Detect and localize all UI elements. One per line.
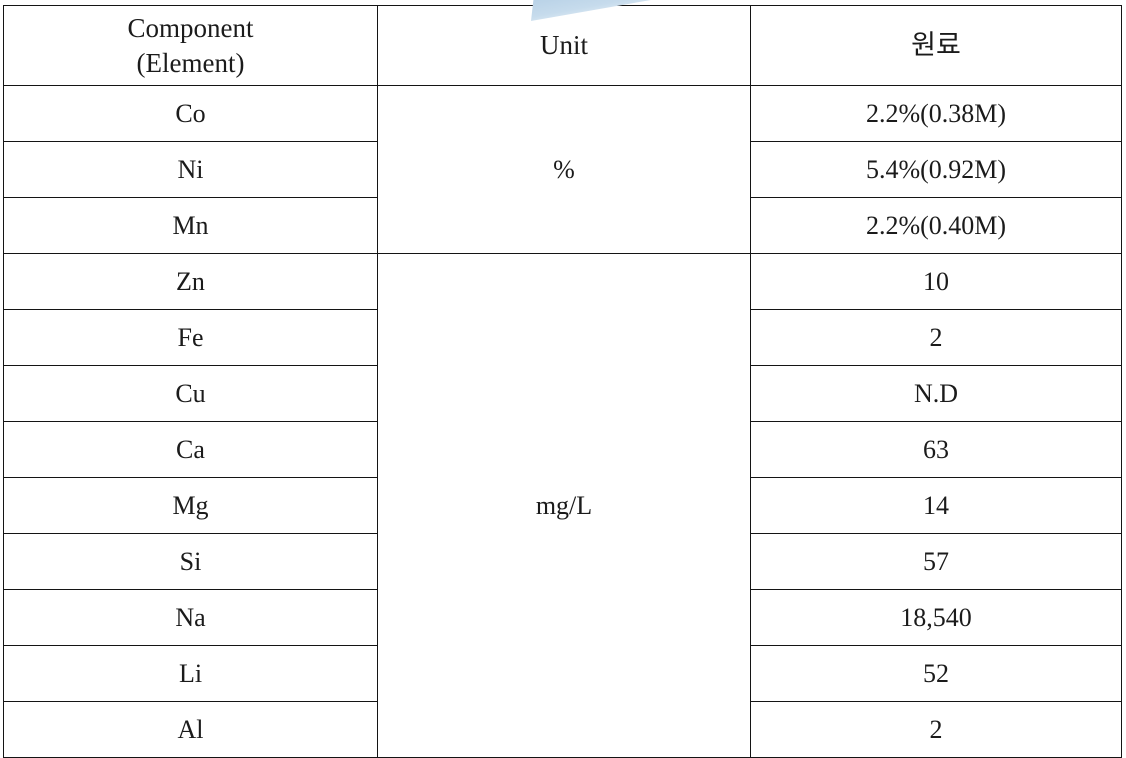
table-header-row: Component (Element) Unit 원료 xyxy=(3,5,1122,86)
header-component-line2: (Element) xyxy=(136,47,245,78)
cell-element: Co xyxy=(3,85,378,142)
composition-table: Component (Element) Unit 원료 Co % 2.2%(0.… xyxy=(3,5,1122,758)
cell-value: 14 xyxy=(750,477,1122,534)
cell-value: 52 xyxy=(750,645,1122,702)
cell-element: Ni xyxy=(3,141,378,198)
cell-element: Li xyxy=(3,645,378,702)
cell-value: 2.2%(0.40M) xyxy=(750,197,1122,254)
table-body: Co % 2.2%(0.38M) Ni 5.4%(0.92M) Mn 2.2%(… xyxy=(3,85,1122,758)
header-component: Component (Element) xyxy=(3,5,378,86)
cell-element: Fe xyxy=(3,309,378,366)
header-component-line1: Component xyxy=(127,12,254,43)
cell-value: 2.2%(0.38M) xyxy=(750,85,1122,142)
cell-value: N.D xyxy=(750,365,1122,422)
table-row: Zn mg/L 10 xyxy=(3,253,1122,758)
cell-element: Mg xyxy=(3,477,378,534)
page-root: Component (Element) Unit 원료 Co % 2.2%(0.… xyxy=(0,0,1126,758)
cell-unit-percent: % xyxy=(377,85,751,254)
cell-element: Mn xyxy=(3,197,378,254)
cell-element: Ca xyxy=(3,421,378,478)
cell-unit-mgl: mg/L xyxy=(377,253,751,758)
cell-value: 57 xyxy=(750,533,1122,590)
cell-element: Cu xyxy=(3,365,378,422)
cell-element: Zn xyxy=(3,253,378,310)
cell-value: 5.4%(0.92M) xyxy=(750,141,1122,198)
header-unit: Unit xyxy=(377,5,751,86)
cell-element: Na xyxy=(3,589,378,646)
table-header: Component (Element) Unit 원료 xyxy=(3,5,1122,86)
header-value: 원료 xyxy=(750,5,1122,86)
cell-value: 10 xyxy=(750,253,1122,310)
cell-value: 2 xyxy=(750,701,1122,758)
cell-value: 2 xyxy=(750,309,1122,366)
cell-value: 18,540 xyxy=(750,589,1122,646)
table-row: Co % 2.2%(0.38M) xyxy=(3,85,1122,254)
cell-element: Al xyxy=(3,701,378,758)
cell-element: Si xyxy=(3,533,378,590)
composition-table-container: Component (Element) Unit 원료 Co % 2.2%(0.… xyxy=(3,5,1122,758)
cell-value: 63 xyxy=(750,421,1122,478)
